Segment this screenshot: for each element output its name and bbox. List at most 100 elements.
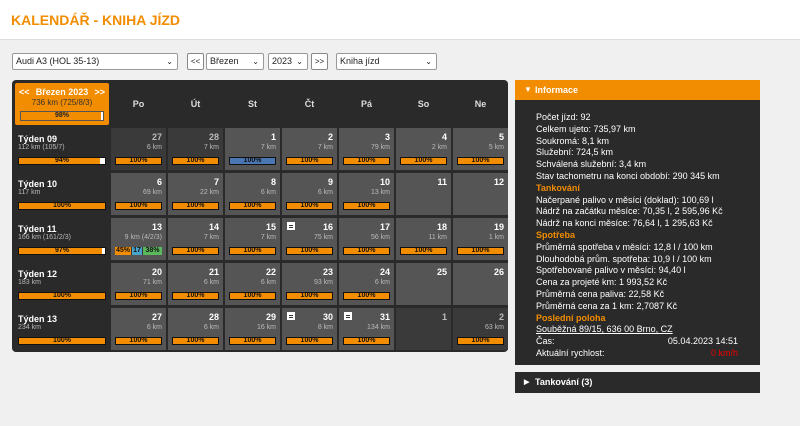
location-link[interactable]: Souběžná 89/15, 636 00 Brno, CZ bbox=[536, 324, 673, 334]
week-progress-label: 100% bbox=[53, 337, 71, 344]
info-section-heading: Poslední poloha bbox=[536, 312, 606, 323]
day-cell[interactable]: 24 6 km 100% bbox=[339, 263, 394, 305]
info-line: Načerpané palivo v měsíci (doklad): 100,… bbox=[536, 194, 714, 205]
month-progress-bar: 98% bbox=[20, 111, 104, 121]
info-section-heading: Spotřeba bbox=[536, 230, 576, 240]
day-cell[interactable]: 16 75 km 100% bbox=[282, 218, 337, 260]
week-km: 117 km bbox=[18, 189, 41, 196]
info-line: Schválená služební: 3,4 km bbox=[536, 159, 647, 170]
tankovani-panel-header[interactable]: ▶ Tankování (3) bbox=[515, 372, 760, 393]
year-select[interactable]: 2023 ⌄ bbox=[268, 53, 308, 70]
day-number: 27 bbox=[151, 132, 162, 142]
day-km: 7 km bbox=[203, 234, 219, 241]
day-progress-label: 100% bbox=[129, 292, 148, 299]
day-cell[interactable]: 23 93 km 100% bbox=[282, 263, 337, 305]
day-progress-label: 100% bbox=[300, 337, 319, 344]
day-progress-bar: 100% bbox=[229, 247, 276, 255]
day-cell[interactable]: 4 2 km 100% bbox=[396, 128, 451, 170]
day-number: 28 bbox=[208, 132, 219, 142]
day-cell[interactable]: 18 11 km 100% bbox=[396, 218, 451, 260]
day-number: 1 bbox=[441, 312, 447, 322]
day-cell[interactable]: 13 9 km (4/2/3) 45% 17 38% bbox=[111, 218, 166, 260]
day-km: 56 km bbox=[370, 234, 390, 241]
day-cell[interactable]: 14 7 km 100% bbox=[168, 218, 223, 260]
day-km: 75 km bbox=[313, 234, 333, 241]
day-cell[interactable]: 19 1 km 100% bbox=[453, 218, 508, 260]
day-number: 18 bbox=[436, 222, 447, 232]
prev-month-button[interactable]: << bbox=[187, 53, 204, 70]
day-progress-bar: 100% bbox=[400, 247, 447, 255]
day-cell[interactable]: 26 bbox=[453, 263, 508, 305]
day-cell[interactable]: 17 56 km 100% bbox=[339, 218, 394, 260]
info-line: Soukromá: 8,1 km bbox=[536, 135, 610, 146]
day-progress-label: 100% bbox=[357, 337, 376, 344]
day-cell[interactable]: 28 7 km 100% bbox=[168, 128, 223, 170]
day-number: 21 bbox=[208, 267, 219, 277]
day-cell[interactable]: 2 63 km 100% bbox=[453, 308, 508, 350]
day-progress-label: 100% bbox=[357, 292, 376, 299]
day-km: 13 km bbox=[370, 189, 390, 196]
day-progress-bar: 100% bbox=[115, 157, 162, 165]
day-number: 1 bbox=[270, 132, 276, 142]
day-cell[interactable]: 30 8 km 100% bbox=[282, 308, 337, 350]
day-cell[interactable]: 6 69 km 100% bbox=[111, 173, 166, 215]
day-number: 28 bbox=[208, 312, 219, 322]
vehicle-select[interactable]: Audi A3 (HOL 35-13) ⌄ bbox=[12, 53, 178, 70]
month-progress-label: 98% bbox=[54, 112, 69, 119]
day-progress-label: 100% bbox=[243, 337, 262, 344]
document-icon[interactable] bbox=[287, 222, 295, 230]
day-progress-bar: 100% bbox=[172, 157, 219, 165]
day-cell[interactable]: 25 bbox=[396, 263, 451, 305]
day-cell[interactable]: 3 79 km 100% bbox=[339, 128, 394, 170]
info-section-heading: Tankování bbox=[536, 182, 580, 193]
day-km: 79 km bbox=[370, 144, 390, 151]
week-summary[interactable]: Týden 10 117 km 100% bbox=[15, 173, 109, 215]
day-km: 69 km bbox=[142, 189, 162, 196]
day-cell[interactable]: 31 134 km 100% bbox=[339, 308, 394, 350]
week-name: Týden 10 bbox=[18, 179, 58, 189]
info-panel-header[interactable]: ▼ Informace bbox=[515, 80, 760, 100]
week-summary[interactable]: Týden 13 234 km 100% bbox=[15, 308, 109, 350]
day-cell[interactable]: 1 7 km 100% bbox=[225, 128, 280, 170]
day-progress-bar: 100% bbox=[229, 337, 276, 345]
day-number: 24 bbox=[379, 267, 390, 277]
day-cell[interactable]: 27 6 km 100% bbox=[111, 308, 166, 350]
day-number: 17 bbox=[379, 222, 390, 232]
day-cell[interactable]: 20 71 km 100% bbox=[111, 263, 166, 305]
day-cell[interactable]: 5 5 km 100% bbox=[453, 128, 508, 170]
day-cell[interactable]: 10 13 km 100% bbox=[339, 173, 394, 215]
day-progress-bar: 100% bbox=[286, 202, 333, 210]
day-cell[interactable]: 11 bbox=[396, 173, 451, 215]
week-summary[interactable]: Týden 12 183 km 100% bbox=[15, 263, 109, 305]
chevron-down-icon: ⌄ bbox=[425, 57, 432, 66]
day-progress-bar: 100% bbox=[115, 337, 162, 345]
day-number: 16 bbox=[322, 222, 333, 232]
day-cell[interactable]: 2 7 km 100% bbox=[282, 128, 337, 170]
day-cell[interactable]: 7 22 km 100% bbox=[168, 173, 223, 215]
day-cell[interactable]: 15 7 km 100% bbox=[225, 218, 280, 260]
day-cell[interactable]: 29 16 km 100% bbox=[225, 308, 280, 350]
document-icon[interactable] bbox=[344, 312, 352, 320]
day-number: 12 bbox=[493, 177, 504, 187]
info-line: Služební: 724,5 km bbox=[536, 147, 614, 158]
day-progress-bar: 100% bbox=[172, 337, 219, 345]
day-cell[interactable]: 27 6 km 100% bbox=[111, 128, 166, 170]
day-cell[interactable]: 8 6 km 100% bbox=[225, 173, 280, 215]
week-summary[interactable]: Týden 09 112 km (105/7) 94% bbox=[15, 128, 109, 170]
day-cell[interactable]: 1 bbox=[396, 308, 451, 350]
next-month-button[interactable]: >> bbox=[311, 53, 328, 70]
view-select[interactable]: Kniha jízd ⌄ bbox=[336, 53, 437, 70]
week-summary[interactable]: Týden 11 166 km (161/2/3) 97% bbox=[15, 218, 109, 260]
day-cell[interactable]: 28 6 km 100% bbox=[168, 308, 223, 350]
day-cell[interactable]: 12 bbox=[453, 173, 508, 215]
calendar-next-button[interactable]: >> bbox=[94, 87, 105, 97]
month-select[interactable]: Březen ⌄ bbox=[206, 53, 264, 70]
week-progress-bar: 94% bbox=[18, 157, 106, 165]
day-cell[interactable]: 21 6 km 100% bbox=[168, 263, 223, 305]
day-number: 20 bbox=[151, 267, 162, 277]
document-icon[interactable] bbox=[287, 312, 295, 320]
day-progress-label: 100% bbox=[186, 157, 205, 164]
day-cell[interactable]: 22 6 km 100% bbox=[225, 263, 280, 305]
day-progress-bar: 100% bbox=[286, 247, 333, 255]
day-cell[interactable]: 9 6 km 100% bbox=[282, 173, 337, 215]
